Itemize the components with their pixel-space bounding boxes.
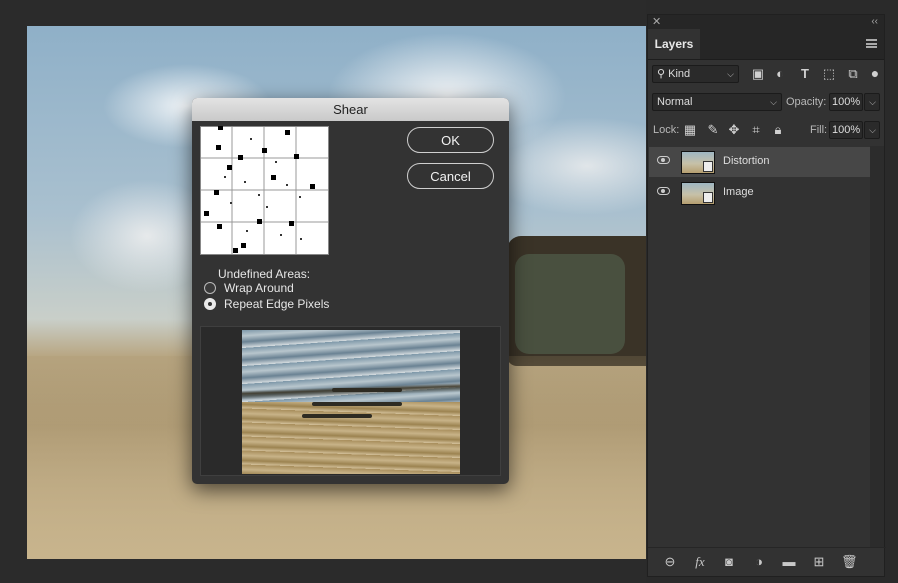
layers-panel: ✕ ‹‹ Layers ⚲ Kind ⌵ ▣ ◐ T ⬚ ⧉ ● Normal …	[647, 14, 886, 577]
opacity-input[interactable]: 100%	[829, 93, 863, 111]
chevron-down-icon: ⌵	[869, 125, 876, 135]
panel-menu-icon[interactable]	[866, 39, 877, 48]
cancel-button[interactable]: Cancel	[407, 163, 494, 189]
smart-object-badge-icon	[703, 161, 713, 172]
chevron-down-icon: ⌵	[869, 97, 876, 107]
smart-object-filter-icon[interactable]: ⧉	[845, 66, 861, 82]
wrap-around-option[interactable]: Wrap Around	[204, 280, 294, 296]
layer-row-distortion[interactable]: Distortion	[649, 147, 870, 177]
adjustment-layer-icon[interactable]: ◑	[751, 554, 767, 570]
preview-image[interactable]	[242, 330, 460, 474]
visibility-eye-icon[interactable]	[657, 156, 670, 164]
lock-position-icon[interactable]: ✥	[726, 122, 742, 138]
layers-bottom-toolbar: ⊖ fx ◙ ◑ ▬ ⊞ 🗑︎	[648, 547, 886, 576]
repeat-edge-pixels-label: Repeat Edge Pixels	[224, 297, 330, 311]
fx-icon[interactable]: fx	[692, 554, 708, 570]
shear-curve-grid[interactable]	[200, 126, 329, 255]
lock-label: Lock:	[653, 124, 680, 136]
blend-mode-value: Normal	[657, 96, 693, 108]
group-folder-icon[interactable]: ▬	[781, 554, 797, 570]
shape-filter-icon[interactable]: ⬚	[821, 66, 837, 82]
repeat-edge-pixels-radio[interactable]	[204, 298, 216, 310]
filter-toggle-icon[interactable]: ●	[867, 65, 883, 81]
wrap-around-label: Wrap Around	[224, 281, 294, 295]
delete-layer-icon[interactable]: 🗑︎	[841, 554, 858, 570]
filter-kind-value: Kind	[668, 68, 691, 80]
search-icon: ⚲	[657, 68, 666, 80]
adjustment-filter-icon[interactable]: ◐	[772, 66, 788, 82]
layer-name: Distortion	[723, 155, 770, 167]
chevron-down-icon: ⌵	[770, 97, 777, 107]
visibility-eye-icon[interactable]	[657, 187, 670, 195]
opacity-label: Opacity:	[786, 96, 827, 108]
layer-name: Image	[723, 186, 754, 198]
type-filter-icon[interactable]: T	[797, 66, 813, 82]
repeat-edge-pixels-option[interactable]: Repeat Edge Pixels	[204, 296, 329, 312]
lock-image-icon[interactable]: ✎	[705, 122, 721, 138]
layer-thumbnail	[681, 182, 715, 205]
ok-button[interactable]: OK	[407, 127, 494, 153]
smart-object-badge-icon	[703, 192, 713, 203]
image-filter-icon[interactable]: ▣	[750, 66, 766, 82]
opacity-dropdown[interactable]: ⌵	[864, 93, 880, 111]
fill-label: Fill:	[810, 124, 828, 136]
shear-dialog: Shear OK Cancel Undefined Areas: Wrap Ar…	[192, 98, 509, 484]
chevron-down-icon: ⌵	[727, 69, 734, 79]
add-mask-icon[interactable]: ◙	[721, 554, 737, 570]
blend-mode-select[interactable]: Normal ⌵	[652, 93, 782, 111]
close-panel-icon[interactable]: ✕	[652, 15, 661, 29]
fill-input[interactable]: 100%	[829, 121, 863, 139]
tv-in-image	[507, 236, 646, 366]
layers-scrollbar[interactable]	[870, 146, 884, 548]
new-layer-icon[interactable]: ⊞	[811, 554, 827, 570]
dialog-title[interactable]: Shear	[192, 98, 509, 121]
link-layers-icon[interactable]: ⊖	[662, 554, 678, 570]
lock-transparent-icon[interactable]: ▦	[682, 122, 698, 138]
layer-thumbnail	[681, 151, 715, 174]
layer-row-image[interactable]: Image	[649, 178, 870, 208]
wrap-around-radio[interactable]	[204, 282, 216, 294]
preview-area	[200, 326, 501, 476]
lock-artboard-icon[interactable]: ⌗	[748, 122, 764, 138]
tab-layers[interactable]: Layers	[648, 29, 700, 59]
fill-dropdown[interactable]: ⌵	[864, 121, 880, 139]
undefined-areas-label: Undefined Areas:	[218, 267, 311, 281]
lock-all-icon[interactable]: 🔒︎	[770, 122, 786, 138]
collapse-panel-icon[interactable]: ‹‹	[871, 15, 878, 29]
filter-kind-select[interactable]: ⚲ Kind ⌵	[652, 65, 739, 83]
